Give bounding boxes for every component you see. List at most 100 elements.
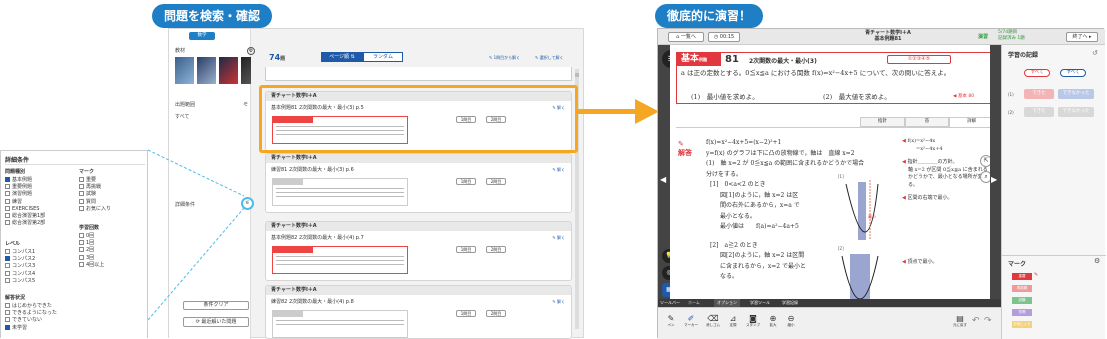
type-item[interactable]: 演習例題 <box>5 191 45 198</box>
mark-list: 重要 再挑戦 試験 質問 お気に入り <box>79 177 111 213</box>
mark-item[interactable]: 試験 <box>79 191 111 198</box>
solve-link[interactable]: ✎ 解く <box>552 299 565 305</box>
textbook-thumb-1[interactable] <box>175 57 194 84</box>
next-arrow-icon[interactable]: ▶ <box>991 175 997 184</box>
pen-icon[interactable]: ✎ ペン <box>664 314 678 328</box>
tab-detail[interactable]: 詳解 <box>949 117 995 127</box>
tool-tabs-bar: ツールバー ホーム オプション 学習ツール 学習記録 <box>658 299 1001 307</box>
q2-button[interactable]: 2問目 <box>486 178 506 185</box>
count-item[interactable]: 3回 <box>79 254 104 262</box>
mark-question[interactable]: 質問 <box>1012 309 1032 316</box>
problem-text: a は正の定数とする。0≦x≦a における関数 f(x)=x²−4x+5 につい… <box>681 69 951 77</box>
history-icon[interactable]: ↺ <box>1092 49 1098 57</box>
tool-tab-option[interactable]: オプション <box>714 299 740 307</box>
page-icon[interactable]: ▤ 元に戻す <box>952 314 968 328</box>
ruler-icon[interactable]: ⊿ 定規 <box>726 314 740 328</box>
undo-icon[interactable]: ↶ <box>972 316 980 326</box>
gear-icon[interactable]: ⚙ <box>1094 257 1100 265</box>
zoom-out-icon[interactable]: ⊖ 縮小 <box>784 314 798 328</box>
toolbar-toggle[interactable]: ツールバー <box>660 299 680 307</box>
tab-page-order[interactable]: ページ順 ⇅ <box>321 52 363 62</box>
mark-item[interactable]: お気に入り <box>79 205 111 213</box>
top-bar: ⌂ 一覧へ ◷ 00:15 青チャート数学Ⅰ＋A 基本例題81 演習 5/74題目… <box>658 29 1105 45</box>
mark-retry[interactable]: 再挑戦 <box>1012 285 1032 292</box>
filter-all-bad[interactable]: すべて <box>1060 69 1086 77</box>
level-compass: ①②③④⑤ <box>887 55 951 64</box>
book-title: 青チャート数学Ⅰ＋A 基本例題81 <box>865 30 911 42</box>
record-panel: 学習の記録 ↺ すべて すべて (1) できた できなかった (2) できた で… <box>1001 45 1106 339</box>
solution-pane: ✎ 解答 f(x)=x²−4x+5=(x−2)²+1 y=f(x) のグラフは下に… <box>676 127 994 308</box>
filter-all-good[interactable]: すべて <box>1024 69 1050 77</box>
home-button[interactable]: ⌂ 一覧へ <box>668 32 704 42</box>
filter-icon[interactable]: ⚟ <box>243 101 248 108</box>
divider <box>1002 255 1106 256</box>
level-item[interactable]: コンパス1 <box>5 249 35 256</box>
q2-button[interactable]: 2問目 <box>486 246 506 253</box>
level-item[interactable]: コンパス4 <box>5 270 35 278</box>
result-count: 74題 <box>269 53 286 62</box>
solve-link[interactable]: ✎ 解く <box>552 167 565 173</box>
scroll-thumb[interactable] <box>575 73 579 77</box>
problem-number: 81 <box>725 54 739 65</box>
q1-button[interactable]: 1問目 <box>456 246 476 253</box>
answer-label: ✎ 解答 <box>678 140 692 157</box>
stamp-icon[interactable]: ◙ スタンプ <box>744 314 762 328</box>
zoom-in-icon[interactable]: ⊕ 拡大 <box>766 314 780 328</box>
tab-hint[interactable]: 指針 <box>860 117 905 127</box>
card-3[interactable]: 青チャート数学Ⅰ＋A 基本例題82 2次関数の最大・最小(4) p.7 ✎ 解く… <box>265 221 572 281</box>
tab-answer[interactable]: 答 <box>904 117 950 127</box>
type-item[interactable]: 練習 <box>5 198 45 206</box>
range-label: 出題範囲 <box>175 102 196 108</box>
not-done-button-2[interactable]: できなかった <box>1058 107 1094 117</box>
redo-icon[interactable]: ↷ <box>984 316 992 326</box>
tab-math[interactable]: 数学 <box>189 32 215 40</box>
q1-button[interactable]: 1問目 <box>456 310 476 317</box>
tool-tab-study[interactable]: 学習ツール <box>750 299 770 307</box>
type-item[interactable]: EXERCISES <box>5 205 45 213</box>
not-done-button-1[interactable]: できなかった <box>1058 89 1094 99</box>
done-button-1[interactable]: できた <box>1024 89 1054 99</box>
count-item[interactable]: 0回 <box>79 233 104 240</box>
level-item[interactable]: コンパス3 <box>5 263 35 270</box>
prev-card-edge <box>265 67 572 81</box>
eraser-icon[interactable]: ⌫ 消しゴム <box>704 314 722 328</box>
count-label: 学習回数 <box>79 225 100 231</box>
level-item[interactable]: コンパス2 <box>5 256 35 263</box>
mark-item[interactable]: 質問 <box>79 198 111 206</box>
ref-link[interactable]: ◀ 基本 80 <box>953 93 974 99</box>
status-item[interactable]: できていない <box>5 317 57 324</box>
status-item[interactable]: 未学習 <box>5 324 57 332</box>
q2-button[interactable]: 2問目 <box>486 310 506 317</box>
count-item[interactable]: 4回以上 <box>79 261 104 269</box>
record-title: 学習の記録 <box>1008 52 1039 59</box>
timer[interactable]: ◷ 00:15 <box>708 32 740 42</box>
detail-filter-icon[interactable]: ⚟ <box>241 197 254 210</box>
count-item[interactable]: 2回 <box>79 247 104 254</box>
end-button[interactable]: 終了へ ▸ <box>1066 32 1098 42</box>
tool-tab-home[interactable]: ホーム <box>688 299 700 307</box>
link-solve-selected[interactable]: ✎ 選択して解く <box>535 55 564 61</box>
mark-favorite[interactable]: お気に入り <box>1012 321 1032 328</box>
q1-button[interactable]: 1問目 <box>456 178 476 185</box>
textbook-thumb-4[interactable] <box>241 57 251 84</box>
tool-tab-record[interactable]: 学習記録 <box>782 299 798 307</box>
link-solve-first[interactable]: ✎ 1問目から解く <box>489 55 520 61</box>
mark-exam[interactable]: 試験 <box>1012 297 1032 304</box>
count-item[interactable]: 1回 <box>79 240 104 247</box>
card-2[interactable]: 青チャート数学Ⅰ＋A 練習81 2次関数の最大・最小(3) p.6 ✎ 解く 1… <box>265 153 572 213</box>
level-item[interactable]: コンパス5 <box>5 277 35 285</box>
clear-button[interactable]: 条件クリア <box>183 301 249 310</box>
mark-important[interactable]: 重要 <box>1012 273 1032 280</box>
marker-icon[interactable]: ✐ マーカー <box>684 314 698 328</box>
textbook-thumb-3[interactable] <box>219 57 238 84</box>
recent-button[interactable]: ⟳ 最近解いた問題 <box>183 317 249 327</box>
gear-icon[interactable]: ⚙ <box>247 47 255 55</box>
edit-icon[interactable]: ✎ <box>1034 272 1038 278</box>
tab-random[interactable]: ランダム <box>363 52 403 62</box>
solve-link[interactable]: ✎ 解く <box>552 235 565 241</box>
textbook-thumb-2[interactable] <box>197 57 216 84</box>
done-button-2[interactable]: できた <box>1024 107 1054 117</box>
type-item[interactable]: 総合演習第2部 <box>5 220 45 227</box>
card-4[interactable]: 青チャート数学Ⅰ＋A 練習82 2次関数の最大・最小(4) p.8 ✎ 解く 1… <box>265 285 572 339</box>
prev-arrow-icon[interactable]: ◀ <box>660 175 666 184</box>
